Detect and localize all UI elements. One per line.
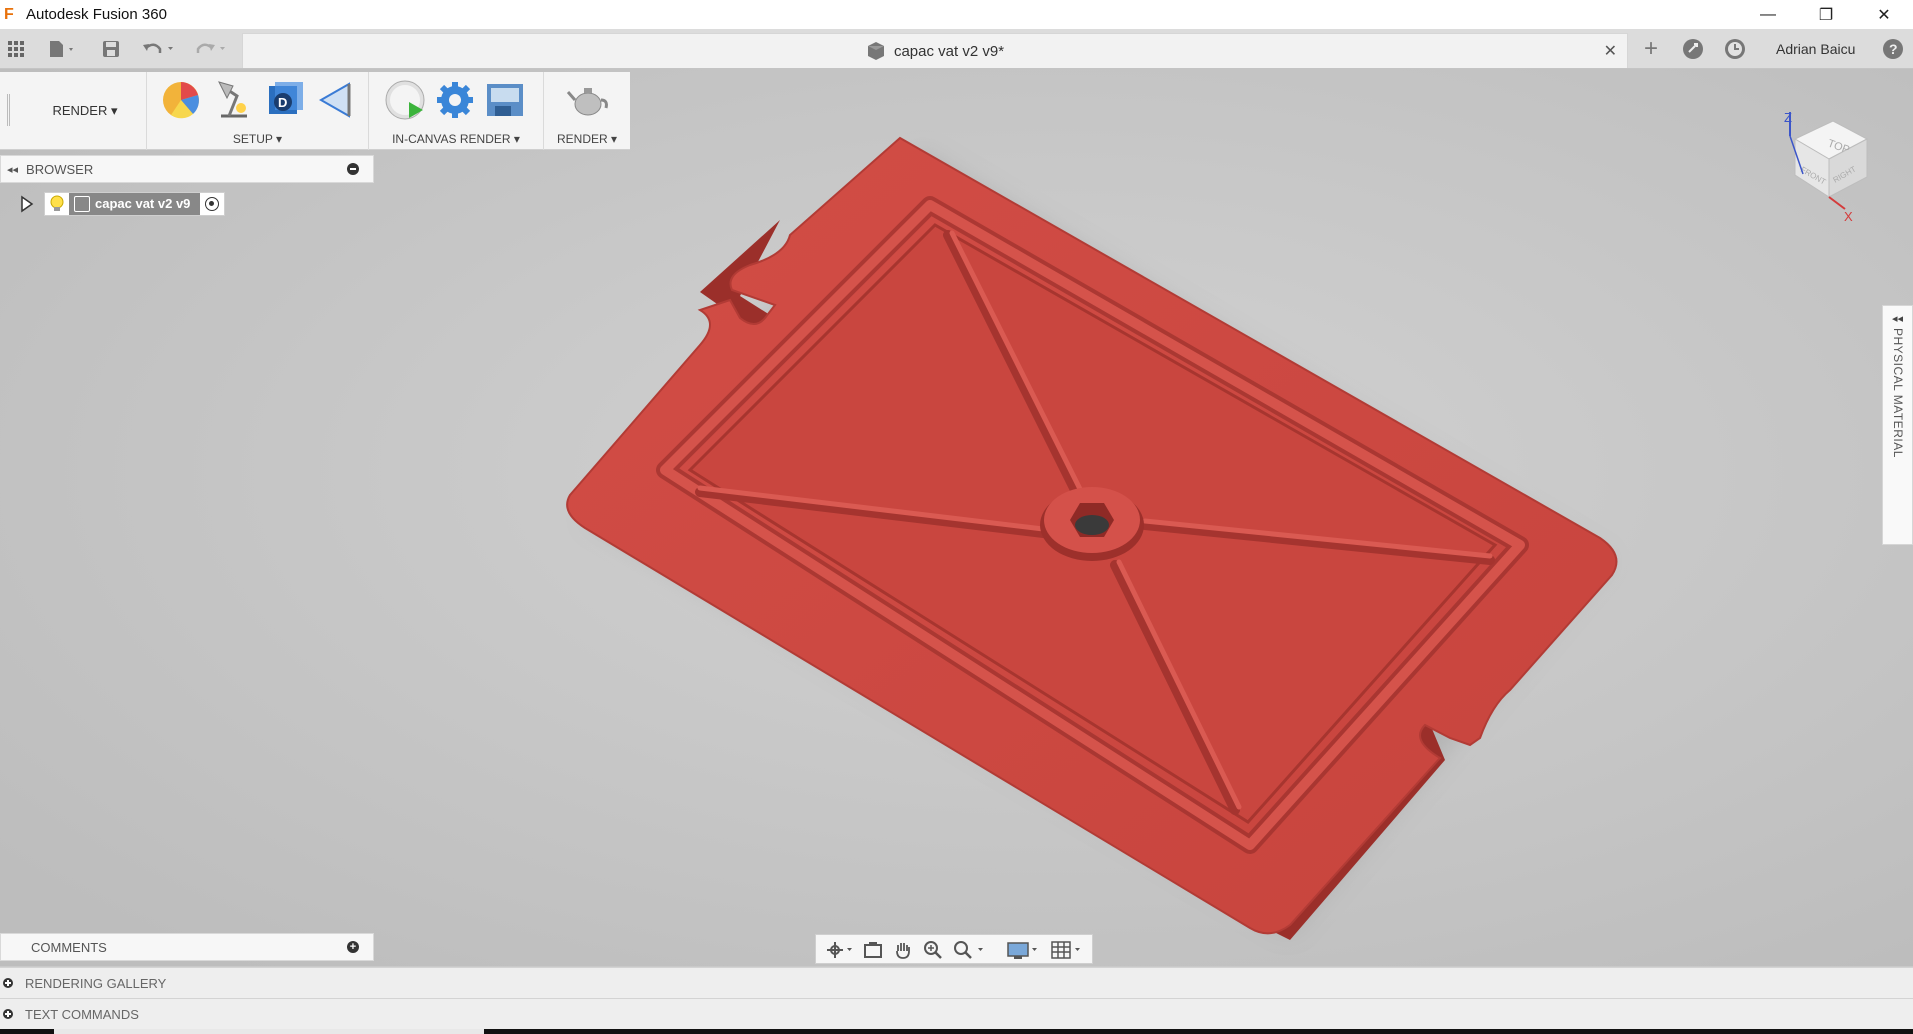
pan-hand-icon[interactable] (890, 939, 916, 961)
close-window-button[interactable]: ✕ (1855, 0, 1913, 29)
document-cube-icon (867, 42, 884, 60)
data-panel-grid-icon[interactable] (2, 29, 30, 69)
taskbar-segment (0, 1029, 54, 1034)
view-cube[interactable]: TOP FRONT RIGHT Z X (1775, 109, 1885, 224)
comments-panel-header[interactable]: COMMENTS + (0, 933, 374, 961)
os-taskbar-edge (0, 1029, 1913, 1034)
physical-material-label: PHYSICAL MATERIAL (1891, 328, 1905, 458)
axis-z-label: Z (1784, 110, 1792, 125)
text-commands-bar[interactable]: TEXT COMMANDS (0, 998, 1913, 1029)
texture-map-icon[interactable]: D (263, 78, 307, 122)
setup-group: D SETUP ▾ (146, 72, 368, 150)
scene-settings-lamp-icon[interactable] (211, 78, 255, 122)
document-tab[interactable]: capac vat v2 v9* ✕ (242, 33, 1628, 68)
help-icon[interactable]: ? (1878, 29, 1908, 69)
decal-icon[interactable] (315, 78, 359, 122)
expand-panel-icon[interactable]: ◂◂ (1892, 312, 1903, 325)
add-comment-icon[interactable]: + (347, 941, 359, 953)
window-controls: — ❐ ✕ (1739, 0, 1913, 29)
orbit-icon[interactable] (822, 939, 858, 961)
close-tab-icon[interactable]: ✕ (1604, 41, 1617, 61)
title-bar: F Autodesk Fusion 360 — ❐ ✕ (0, 0, 1913, 29)
minimize-button[interactable]: — (1739, 0, 1797, 29)
physical-material-panel-tab[interactable]: ◂◂ PHYSICAL MATERIAL (1882, 305, 1913, 545)
grid-settings-icon[interactable] (1048, 939, 1088, 961)
browser-collapse-toggle-icon[interactable] (347, 163, 359, 175)
capture-image-icon[interactable] (483, 78, 527, 122)
comments-title: COMMENTS (31, 939, 107, 955)
render-teapot-icon[interactable] (566, 78, 610, 122)
document-title: capac vat v2 v9* (893, 42, 1005, 60)
save-icon[interactable] (98, 29, 124, 69)
svg-text:D: D (278, 95, 287, 110)
restore-button[interactable]: ❐ (1797, 0, 1855, 29)
appearance-icon[interactable] (159, 78, 203, 122)
in-canvas-render-group-label[interactable]: IN-CANVAS RENDER ▾ (369, 132, 543, 146)
root-node-label: capac vat v2 v9 (69, 193, 201, 215)
in-canvas-render-play-icon[interactable] (383, 78, 427, 122)
file-menu-icon[interactable] (42, 29, 82, 69)
activate-component-radio[interactable] (200, 193, 224, 215)
render-settings-gear-icon[interactable] (433, 78, 477, 122)
collapse-browser-icon[interactable]: ◂◂ (7, 163, 18, 176)
browser-root-node[interactable]: capac vat v2 v9 (44, 192, 226, 216)
expand-gallery-icon[interactable] (3, 978, 13, 988)
workspace-switcher[interactable]: RENDER ▾ (30, 98, 140, 124)
setup-group-label[interactable]: SETUP ▾ (147, 132, 368, 146)
visibility-bulb-icon[interactable] (45, 193, 69, 215)
zoom-icon[interactable] (920, 939, 946, 961)
ribbon-toolbar: RENDER ▾ D SETUP ▾ IN-CANVAS RENDER ▾ RE… (0, 72, 630, 150)
expand-node-icon[interactable] (20, 192, 34, 216)
browser-panel-header[interactable]: ◂◂ BROWSER (0, 155, 374, 183)
component-doc-icon (74, 196, 90, 212)
render-group: RENDER ▾ (543, 72, 630, 150)
display-settings-icon[interactable] (1004, 939, 1044, 961)
redo-icon[interactable] (192, 29, 232, 69)
rendering-gallery-bar[interactable]: RENDERING GALLERY (0, 967, 1913, 998)
expand-text-commands-icon[interactable] (3, 1009, 13, 1019)
rendering-gallery-title: RENDERING GALLERY (25, 975, 167, 991)
fit-zoom-icon[interactable] (950, 939, 990, 961)
job-status-icon[interactable] (1678, 29, 1708, 69)
navigation-toolbar (815, 934, 1093, 964)
ribbon-grip[interactable] (7, 94, 10, 126)
fusion-window: TOP FRONT RIGHT Z X F Autodesk Fusion 36… (0, 0, 1913, 1034)
render-group-label[interactable]: RENDER ▾ (544, 132, 630, 146)
undo-icon[interactable] (140, 29, 180, 69)
svg-text:?: ? (1889, 41, 1898, 57)
user-account-menu[interactable]: Adrian Baicu (1776, 41, 1855, 57)
fusion-logo-icon: F (4, 5, 14, 23)
new-tab-icon[interactable]: + (1636, 29, 1666, 69)
look-at-icon[interactable] (860, 939, 886, 961)
app-title: Autodesk Fusion 360 (26, 6, 167, 23)
root-node-name: capac vat v2 v9 (95, 196, 191, 211)
viewport-scene (0, 69, 1913, 966)
axis-x-label: X (1844, 209, 1853, 224)
viewport-canvas[interactable]: TOP FRONT RIGHT Z X (0, 69, 1913, 966)
in-canvas-render-group: IN-CANVAS RENDER ▾ (368, 72, 543, 150)
text-commands-title: TEXT COMMANDS (25, 1006, 139, 1022)
taskbar-segment (484, 1029, 1913, 1034)
notifications-clock-icon[interactable] (1720, 29, 1750, 69)
browser-title: BROWSER (26, 161, 94, 177)
quick-access-bar: capac vat v2 v9* ✕ + Adrian Baicu ? (0, 29, 1913, 69)
